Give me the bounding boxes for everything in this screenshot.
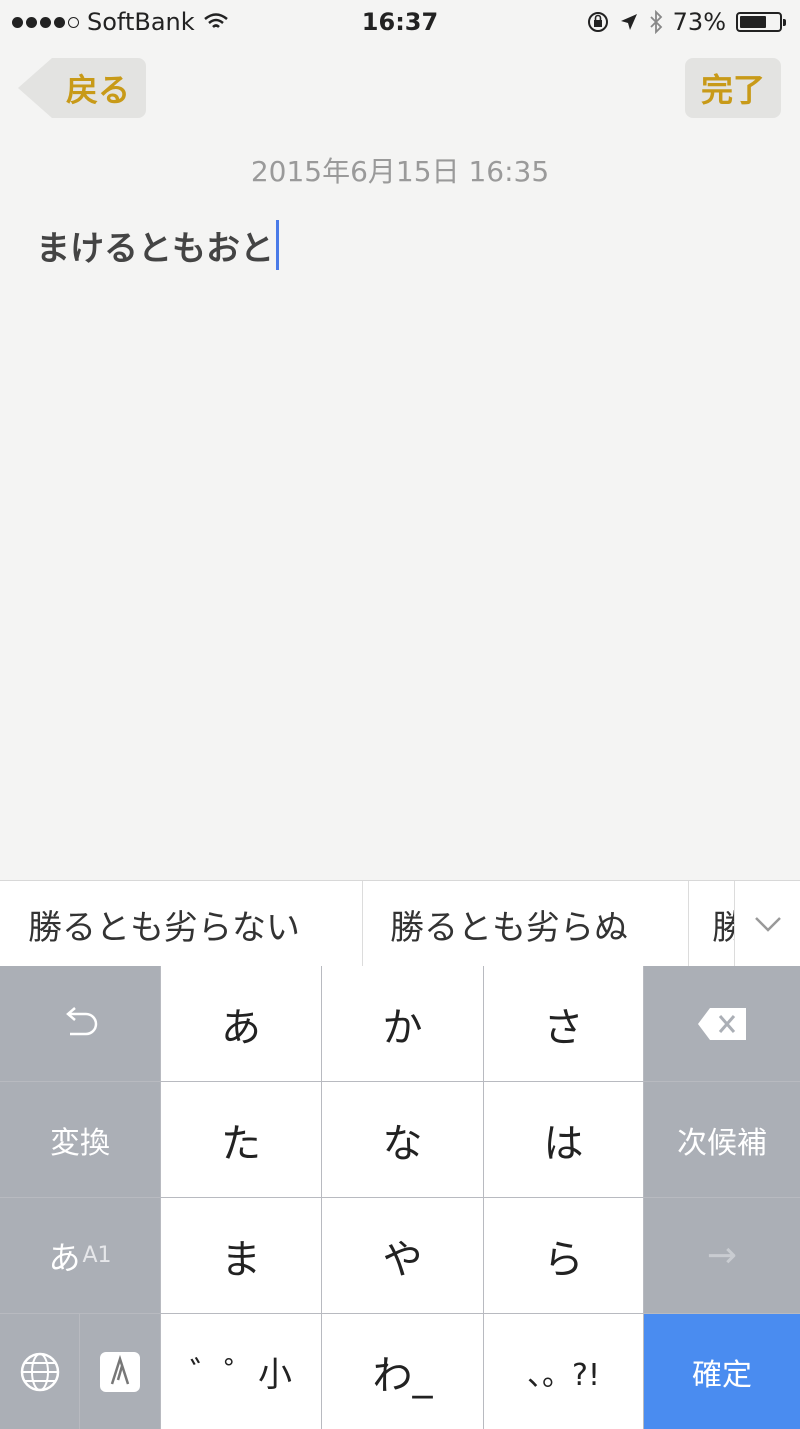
note-body[interactable]: まけるともおと — [36, 220, 279, 270]
undo-key[interactable] — [0, 966, 160, 1081]
battery-fill — [740, 16, 766, 28]
kana-key-ma[interactable]: ま — [161, 1198, 321, 1313]
dakuten-small-key[interactable]: ゛゜小 — [161, 1314, 321, 1429]
globe-icon — [20, 1352, 59, 1391]
punctuation-key[interactable]: 、。?! — [484, 1314, 643, 1429]
handwriting-key[interactable] — [80, 1314, 160, 1429]
cursor-right-key[interactable]: → — [644, 1198, 800, 1313]
back-button[interactable]: 戻る — [18, 58, 146, 118]
globe-key[interactable] — [0, 1314, 79, 1429]
candidate-item[interactable]: 勝 — [712, 881, 734, 967]
battery-percent: 73% — [672, 8, 726, 36]
candidate-divider — [362, 881, 363, 967]
handwriting-icon — [100, 1351, 140, 1392]
candidate-item[interactable]: 勝るとも劣らぬ — [390, 881, 670, 967]
expand-candidates-button[interactable] — [734, 881, 800, 967]
input-mode-key[interactable]: あ A1 — [0, 1198, 160, 1313]
convert-key[interactable]: 変換 — [0, 1082, 160, 1197]
status-bar: SoftBank 16:37 73% — [0, 0, 800, 44]
confirm-key[interactable]: 確定 — [644, 1314, 800, 1429]
kana-key-sa[interactable]: さ — [484, 966, 643, 1081]
mode-alpha-label: A1 — [82, 1243, 112, 1268]
kana-key-ka[interactable]: か — [322, 966, 483, 1081]
kana-key-wa[interactable]: わ_ — [322, 1314, 483, 1429]
done-button[interactable]: 完了 — [685, 58, 781, 118]
battery-icon — [736, 12, 786, 32]
note-text: まけるともおと — [36, 228, 274, 269]
backspace-icon — [698, 1007, 746, 1040]
kana-key-ra[interactable]: ら — [484, 1198, 643, 1313]
kana-key-a[interactable]: あ — [161, 966, 321, 1081]
candidate-bar: 勝るとも劣らない 勝るとも劣らぬ 勝 — [0, 880, 800, 967]
candidate-item[interactable]: 勝るとも劣らない — [28, 881, 348, 967]
kana-key-ya[interactable]: や — [322, 1198, 483, 1313]
rotation-lock-icon — [587, 12, 608, 32]
text-caret — [276, 220, 279, 270]
undo-icon — [66, 1006, 98, 1035]
mode-kana-label: あ — [48, 1238, 81, 1277]
chevron-down-icon — [755, 917, 781, 932]
status-right: 73% — [587, 8, 786, 36]
note-date: 2015年6月15日 16:35 — [250, 155, 550, 188]
kana-key-ta[interactable]: た — [161, 1082, 321, 1197]
next-candidate-key[interactable]: 次候補 — [644, 1082, 800, 1197]
candidate-divider — [688, 881, 689, 967]
delete-key[interactable] — [644, 966, 800, 1081]
location-arrow-icon — [620, 14, 637, 30]
bluetooth-icon — [650, 10, 662, 34]
kana-key-na[interactable]: な — [322, 1082, 483, 1197]
kana-key-ha[interactable]: は — [484, 1082, 643, 1197]
keyboard: 変換 あ A1 あ か さ た な は ま や ら ゛゜小 わ_ 、。?! 次候補 — [0, 966, 800, 1429]
